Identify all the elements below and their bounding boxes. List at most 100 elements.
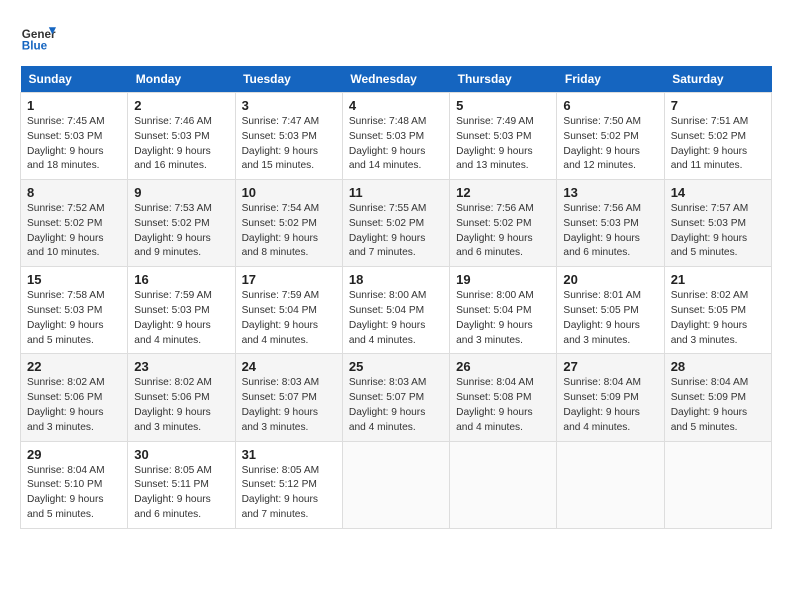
- day-info: Sunrise: 7:47 AMSunset: 5:03 PMDaylight:…: [242, 115, 336, 174]
- day-number: 19: [456, 272, 550, 287]
- day-cell-29: 29 Sunrise: 8:04 AMSunset: 5:10 PMDayligh…: [21, 441, 128, 528]
- week-row-4: 22 Sunrise: 8:02 AMSunset: 5:06 PMDayligh…: [21, 354, 772, 441]
- day-info: Sunrise: 8:05 AMSunset: 5:11 PMDaylight:…: [134, 464, 228, 523]
- day-number: 11: [349, 185, 443, 200]
- calendar-table: SundayMondayTuesdayWednesdayThursdayFrid…: [20, 66, 772, 529]
- week-row-1: 1 Sunrise: 7:45 AMSunset: 5:03 PMDaylight…: [21, 93, 772, 180]
- day-cell-30: 30 Sunrise: 8:05 AMSunset: 5:11 PMDayligh…: [128, 441, 235, 528]
- empty-cell: [664, 441, 771, 528]
- day-cell-20: 20 Sunrise: 8:01 AMSunset: 5:05 PMDayligh…: [557, 267, 664, 354]
- day-cell-28: 28 Sunrise: 8:04 AMSunset: 5:09 PMDayligh…: [664, 354, 771, 441]
- day-cell-24: 24 Sunrise: 8:03 AMSunset: 5:07 PMDayligh…: [235, 354, 342, 441]
- day-cell-12: 12 Sunrise: 7:56 AMSunset: 5:02 PMDayligh…: [450, 180, 557, 267]
- day-cell-5: 5 Sunrise: 7:49 AMSunset: 5:03 PMDaylight…: [450, 93, 557, 180]
- day-info: Sunrise: 8:04 AMSunset: 5:10 PMDaylight:…: [27, 464, 121, 523]
- day-cell-21: 21 Sunrise: 8:02 AMSunset: 5:05 PMDayligh…: [664, 267, 771, 354]
- day-info: Sunrise: 8:00 AMSunset: 5:04 PMDaylight:…: [456, 289, 550, 348]
- day-number: 30: [134, 447, 228, 462]
- day-number: 6: [563, 98, 657, 113]
- day-info: Sunrise: 7:52 AMSunset: 5:02 PMDaylight:…: [27, 202, 121, 261]
- day-info: Sunrise: 7:59 AMSunset: 5:03 PMDaylight:…: [134, 289, 228, 348]
- day-header-thursday: Thursday: [450, 66, 557, 93]
- day-info: Sunrise: 8:02 AMSunset: 5:06 PMDaylight:…: [27, 376, 121, 435]
- day-cell-10: 10 Sunrise: 7:54 AMSunset: 5:02 PMDayligh…: [235, 180, 342, 267]
- day-info: Sunrise: 7:59 AMSunset: 5:04 PMDaylight:…: [242, 289, 336, 348]
- day-info: Sunrise: 8:03 AMSunset: 5:07 PMDaylight:…: [242, 376, 336, 435]
- day-number: 25: [349, 359, 443, 374]
- day-number: 8: [27, 185, 121, 200]
- day-info: Sunrise: 7:58 AMSunset: 5:03 PMDaylight:…: [27, 289, 121, 348]
- day-info: Sunrise: 7:48 AMSunset: 5:03 PMDaylight:…: [349, 115, 443, 174]
- day-cell-7: 7Sunrise: 7:51 AMSunset: 5:02 PMDaylight…: [664, 93, 771, 180]
- day-info: Sunrise: 8:04 AMSunset: 5:08 PMDaylight:…: [456, 376, 550, 435]
- day-cell-14: 14 Sunrise: 7:57 AMSunset: 5:03 PMDayligh…: [664, 180, 771, 267]
- day-info: Sunrise: 8:02 AMSunset: 5:06 PMDaylight:…: [134, 376, 228, 435]
- day-cell-11: 11 Sunrise: 7:55 AMSunset: 5:02 PMDayligh…: [342, 180, 449, 267]
- day-cell-4: 4 Sunrise: 7:48 AMSunset: 5:03 PMDaylight…: [342, 93, 449, 180]
- empty-cell: [557, 441, 664, 528]
- day-cell-15: 15 Sunrise: 7:58 AMSunset: 5:03 PMDayligh…: [21, 267, 128, 354]
- day-cell-27: 27Sunrise: 8:04 AMSunset: 5:09 PMDayligh…: [557, 354, 664, 441]
- day-number: 15: [27, 272, 121, 287]
- day-cell-23: 23 Sunrise: 8:02 AMSunset: 5:06 PMDayligh…: [128, 354, 235, 441]
- day-cell-9: 9Sunrise: 7:53 AMSunset: 5:02 PMDaylight…: [128, 180, 235, 267]
- day-cell-18: 18 Sunrise: 8:00 AMSunset: 5:04 PMDayligh…: [342, 267, 449, 354]
- svg-text:Blue: Blue: [22, 40, 48, 53]
- day-header-monday: Monday: [128, 66, 235, 93]
- day-number: 14: [671, 185, 765, 200]
- day-cell-17: 17 Sunrise: 7:59 AMSunset: 5:04 PMDayligh…: [235, 267, 342, 354]
- day-info: Sunrise: 7:49 AMSunset: 5:03 PMDaylight:…: [456, 115, 550, 174]
- day-number: 12: [456, 185, 550, 200]
- day-number: 29: [27, 447, 121, 462]
- day-number: 1: [27, 98, 121, 113]
- day-header-wednesday: Wednesday: [342, 66, 449, 93]
- week-row-3: 15 Sunrise: 7:58 AMSunset: 5:03 PMDayligh…: [21, 267, 772, 354]
- day-number: 31: [242, 447, 336, 462]
- day-info: Sunrise: 8:05 AMSunset: 5:12 PMDaylight:…: [242, 464, 336, 523]
- day-info: Sunrise: 8:04 AMSunset: 5:09 PMDaylight:…: [563, 376, 657, 435]
- day-number: 13: [563, 185, 657, 200]
- day-cell-25: 25 Sunrise: 8:03 AMSunset: 5:07 PMDayligh…: [342, 354, 449, 441]
- day-header-sunday: Sunday: [21, 66, 128, 93]
- day-info: Sunrise: 7:55 AMSunset: 5:02 PMDaylight:…: [349, 202, 443, 261]
- empty-cell: [450, 441, 557, 528]
- day-number: 20: [563, 272, 657, 287]
- day-number: 21: [671, 272, 765, 287]
- day-info: Sunrise: 8:04 AMSunset: 5:09 PMDaylight:…: [671, 376, 765, 435]
- day-cell-2: 2Sunrise: 7:46 AMSunset: 5:03 PMDaylight…: [128, 93, 235, 180]
- day-number: 26: [456, 359, 550, 374]
- empty-cell: [342, 441, 449, 528]
- day-number: 4: [349, 98, 443, 113]
- day-number: 5: [456, 98, 550, 113]
- week-row-2: 8 Sunrise: 7:52 AMSunset: 5:02 PMDaylight…: [21, 180, 772, 267]
- day-info: Sunrise: 7:56 AMSunset: 5:03 PMDaylight:…: [563, 202, 657, 261]
- day-info: Sunrise: 8:03 AMSunset: 5:07 PMDaylight:…: [349, 376, 443, 435]
- logo-icon: General Blue: [20, 20, 56, 56]
- day-cell-1: 1 Sunrise: 7:45 AMSunset: 5:03 PMDaylight…: [21, 93, 128, 180]
- day-info: Sunrise: 8:00 AMSunset: 5:04 PMDaylight:…: [349, 289, 443, 348]
- week-row-5: 29 Sunrise: 8:04 AMSunset: 5:10 PMDayligh…: [21, 441, 772, 528]
- page-header: General Blue: [20, 20, 772, 56]
- day-number: 10: [242, 185, 336, 200]
- day-cell-3: 3Sunrise: 7:47 AMSunset: 5:03 PMDaylight…: [235, 93, 342, 180]
- day-number: 24: [242, 359, 336, 374]
- day-info: Sunrise: 8:02 AMSunset: 5:05 PMDaylight:…: [671, 289, 765, 348]
- day-info: Sunrise: 7:54 AMSunset: 5:02 PMDaylight:…: [242, 202, 336, 261]
- day-info: Sunrise: 7:56 AMSunset: 5:02 PMDaylight:…: [456, 202, 550, 261]
- day-info: Sunrise: 7:50 AMSunset: 5:02 PMDaylight:…: [563, 115, 657, 174]
- day-cell-22: 22 Sunrise: 8:02 AMSunset: 5:06 PMDayligh…: [21, 354, 128, 441]
- day-info: Sunrise: 7:45 AMSunset: 5:03 PMDaylight:…: [27, 115, 121, 174]
- day-cell-8: 8 Sunrise: 7:52 AMSunset: 5:02 PMDaylight…: [21, 180, 128, 267]
- day-info: Sunrise: 7:57 AMSunset: 5:03 PMDaylight:…: [671, 202, 765, 261]
- day-info: Sunrise: 7:46 AMSunset: 5:03 PMDaylight:…: [134, 115, 228, 174]
- day-header-tuesday: Tuesday: [235, 66, 342, 93]
- day-cell-16: 16Sunrise: 7:59 AMSunset: 5:03 PMDayligh…: [128, 267, 235, 354]
- day-number: 18: [349, 272, 443, 287]
- day-number: 22: [27, 359, 121, 374]
- day-cell-26: 26 Sunrise: 8:04 AMSunset: 5:08 PMDayligh…: [450, 354, 557, 441]
- day-number: 23: [134, 359, 228, 374]
- day-info: Sunrise: 7:51 AMSunset: 5:02 PMDaylight:…: [671, 115, 765, 174]
- day-number: 17: [242, 272, 336, 287]
- day-info: Sunrise: 8:01 AMSunset: 5:05 PMDaylight:…: [563, 289, 657, 348]
- day-number: 28: [671, 359, 765, 374]
